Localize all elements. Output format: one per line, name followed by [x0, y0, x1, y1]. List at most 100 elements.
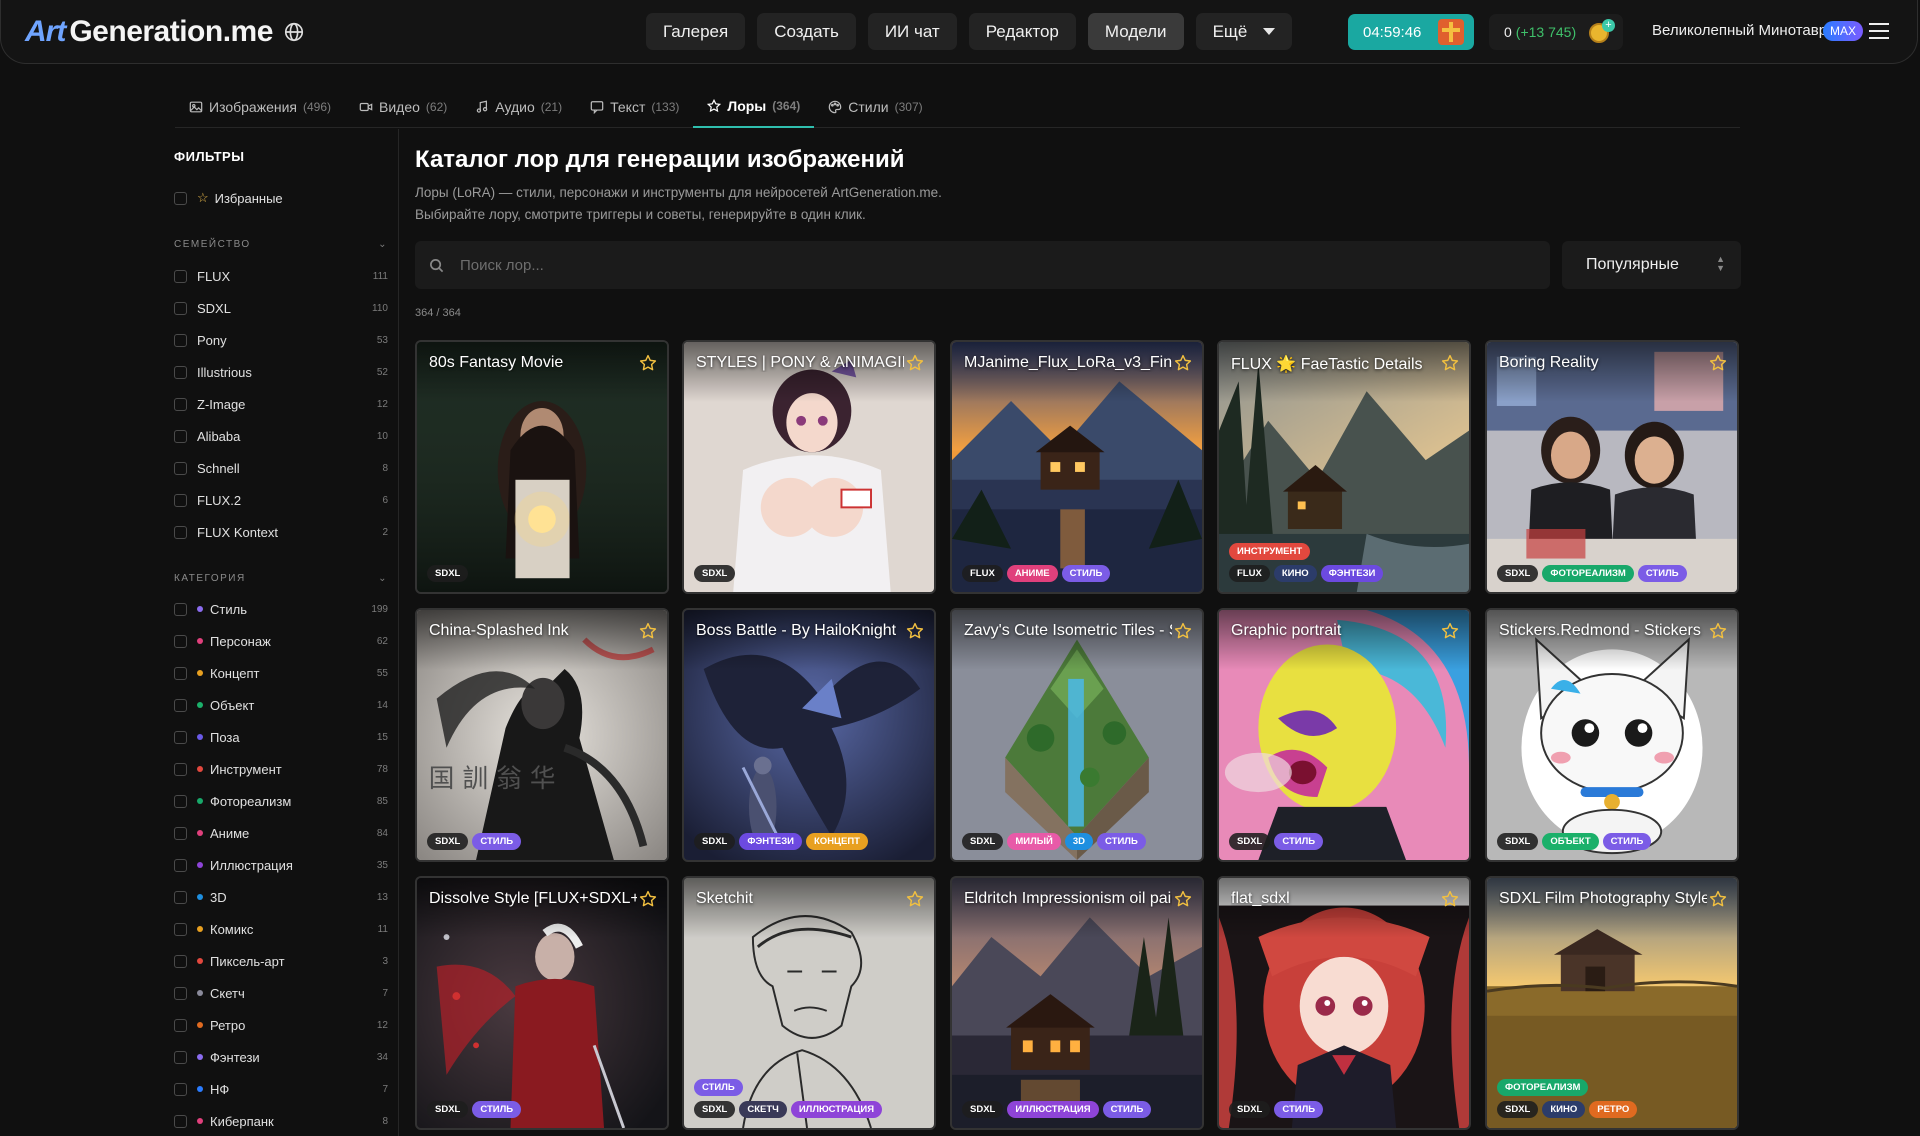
checkbox[interactable] [174, 762, 187, 776]
checkbox[interactable] [174, 986, 187, 1000]
search-input[interactable] [460, 256, 1360, 274]
star-icon[interactable] [906, 622, 924, 640]
filter-category-item[interactable]: Комикс 11 [174, 919, 388, 939]
filter-category-item[interactable]: Киберпанк 8 [174, 1111, 388, 1131]
lora-card[interactable]: 国 訓 翁 华 China-Splashed Ink SDXL СТИЛЬ [415, 608, 669, 862]
tab-audio[interactable]: Аудио (21) [461, 85, 576, 128]
lora-card[interactable]: Sketchit SDXL СКЕТЧ ИЛЛЮСТРАЦИЯ СТИЛЬ [682, 876, 936, 1130]
star-icon[interactable] [1709, 354, 1727, 372]
checkbox[interactable] [174, 858, 187, 872]
star-icon[interactable] [1709, 890, 1727, 908]
filter-category-item[interactable]: Иллюстрация 35 [174, 855, 388, 875]
nav-models[interactable]: Модели [1087, 13, 1184, 50]
star-icon[interactable] [1441, 622, 1459, 640]
checkbox[interactable] [174, 1018, 187, 1032]
star-icon[interactable] [1174, 890, 1192, 908]
add-credits-icon[interactable]: + [1602, 19, 1615, 32]
filter-family-item[interactable]: Illustrious 52 [174, 362, 388, 382]
lora-card[interactable]: Graphic portrait SDXL СТИЛЬ [1217, 608, 1471, 862]
lora-card[interactable]: MJanime_Flux_LoRa_v3_Final FLUX АНИМЕ СТИЛ… [950, 340, 1204, 594]
checkbox[interactable] [174, 269, 187, 283]
checkbox[interactable] [174, 1050, 187, 1064]
checkbox[interactable] [174, 429, 187, 443]
menu-icon[interactable] [1869, 23, 1889, 39]
checkbox[interactable] [174, 191, 187, 205]
lora-card[interactable]: Dissolve Style [FLUX+SDXL+PONY] SDXLСТИЛ… [415, 876, 669, 1130]
star-icon[interactable] [1441, 354, 1459, 372]
lora-card[interactable]: STYLES | PONY & ANIMAGINE SDXL [682, 340, 936, 594]
filter-family-item[interactable]: Pony 53 [174, 330, 388, 350]
filter-family-item[interactable]: FLUX.2 6 [174, 490, 388, 510]
checkbox[interactable] [174, 333, 187, 347]
filter-category-item[interactable]: Стиль 199 [174, 599, 388, 619]
filter-category-item[interactable]: Фэнтези 34 [174, 1047, 388, 1067]
filter-family-item[interactable]: FLUX Kontext 2 [174, 522, 388, 542]
checkbox[interactable] [174, 301, 187, 315]
checkbox[interactable] [174, 730, 187, 744]
lora-card[interactable]: 80s Fantasy Movie SDXL [415, 340, 669, 594]
filter-category-item[interactable]: Фотореализм 85 [174, 791, 388, 811]
checkbox[interactable] [174, 922, 187, 936]
filter-family-item[interactable]: Alibaba 10 [174, 426, 388, 446]
filter-category-item[interactable]: Скетч 7 [174, 983, 388, 1003]
filter-favorites[interactable]: ☆ Избранные [174, 188, 388, 208]
lora-card[interactable]: FLUX 🌟 FaeTastic Details FLUX КИНО ФЭНТЕЗИ… [1217, 340, 1471, 594]
user-name[interactable]: Великолепный Минотавр [1652, 22, 1827, 39]
filter-category-item[interactable]: Пиксель-арт 3 [174, 951, 388, 971]
filter-category-item[interactable]: Инструмент 78 [174, 759, 388, 779]
filter-category-item[interactable]: НФ 7 [174, 1079, 388, 1099]
tab-loras[interactable]: Лоры (364) [693, 85, 815, 128]
checkbox[interactable] [174, 666, 187, 680]
star-icon[interactable] [639, 890, 657, 908]
lora-card[interactable]: flat_sdxl SDXL СТИЛЬ [1217, 876, 1471, 1130]
filter-family-item[interactable]: FLUX 111 [174, 266, 388, 286]
checkbox[interactable] [174, 397, 187, 411]
checkbox[interactable] [174, 525, 187, 539]
filter-family-item[interactable]: Schnell 8 [174, 458, 388, 478]
nav-create[interactable]: Создать [757, 13, 856, 50]
filter-category-item[interactable]: Персонаж 62 [174, 631, 388, 651]
nav-editor[interactable]: Редактор [968, 13, 1076, 50]
star-icon[interactable] [906, 354, 924, 372]
tab-styles[interactable]: Стили (307) [814, 85, 936, 128]
lora-card[interactable]: Zavy's Cute Isometric Tiles - SDXL SDXLМ… [950, 608, 1204, 862]
star-icon[interactable] [906, 890, 924, 908]
credits-balance[interactable]: 0 (+13 745) + [1489, 14, 1623, 50]
filter-category-item[interactable]: Аниме 84 [174, 823, 388, 843]
filter-category-item[interactable]: Поза 15 [174, 727, 388, 747]
checkbox[interactable] [174, 954, 187, 968]
checkbox[interactable] [174, 493, 187, 507]
filter-family-item[interactable]: Z-Image 12 [174, 394, 388, 414]
bonus-timer[interactable]: 04:59:46 [1348, 14, 1474, 50]
nav-ai-chat[interactable]: ИИ чат [867, 13, 957, 50]
star-icon[interactable] [1174, 354, 1192, 372]
checkbox[interactable] [174, 1114, 187, 1128]
nav-gallery[interactable]: Галерея [646, 13, 746, 50]
checkbox[interactable] [174, 1082, 187, 1096]
sort-select[interactable]: Популярные ▲ ▼ [1562, 241, 1741, 289]
filter-family-item[interactable]: SDXL 110 [174, 298, 388, 318]
star-icon[interactable] [1709, 622, 1727, 640]
lora-card[interactable]: Eldritch Impressionism oil painting SDXL… [950, 876, 1204, 1130]
filter-category-item[interactable]: 3D 13 [174, 887, 388, 907]
family-section-header[interactable]: СЕМЕЙСТВО ⌄ [174, 239, 388, 250]
checkbox[interactable] [174, 461, 187, 475]
globe-icon[interactable] [283, 21, 305, 43]
checkbox[interactable] [174, 365, 187, 379]
category-section-header[interactable]: КАТЕГОРИЯ ⌄ [174, 573, 388, 584]
tab-text[interactable]: Текст (133) [576, 85, 693, 128]
checkbox[interactable] [174, 890, 187, 904]
lora-card[interactable]: SDXL Film Photography Style SDXL КИНО РЕТР… [1485, 876, 1739, 1130]
lora-card[interactable]: Stickers.Redmond - Stickers SDXL ОБЪЕКТ СТ… [1485, 608, 1739, 862]
site-logo[interactable]: Art Generation.me [25, 14, 305, 50]
lora-card[interactable]: Boring Reality SDXL ФОТОРЕАЛИЗМ СТИЛЬ [1485, 340, 1739, 594]
checkbox[interactable] [174, 794, 187, 808]
star-icon[interactable] [1441, 890, 1459, 908]
lora-card[interactable]: Boss Battle - By HailoKnight SDXL ФЭНТЕЗИ… [682, 608, 936, 862]
checkbox[interactable] [174, 698, 187, 712]
filter-category-item[interactable]: Ретро 12 [174, 1015, 388, 1035]
checkbox[interactable] [174, 826, 187, 840]
star-icon[interactable] [1174, 622, 1192, 640]
star-icon[interactable] [639, 354, 657, 372]
filter-category-item[interactable]: Концепт 55 [174, 663, 388, 683]
